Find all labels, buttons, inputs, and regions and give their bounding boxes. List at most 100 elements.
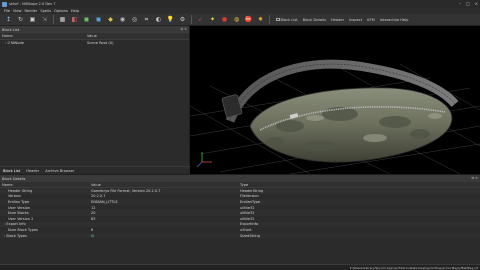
toolbar-separator	[191, 15, 192, 24]
light-bulb-icon[interactable]: 💡	[166, 15, 175, 24]
column-value[interactable]: Value	[87, 34, 97, 38]
field-type: FileVersion	[240, 194, 259, 199]
field-type: HeaderString	[240, 188, 264, 193]
window-title: skfsrf - NifSkope 2.0 Dev 7	[9, 2, 56, 6]
block-list-panel: Block List ⧉ × Name Value ›0 NiNode Scen…	[0, 26, 190, 174]
gear-icon[interactable]: ⚙	[91, 234, 94, 238]
close-icon[interactable]: ×	[475, 1, 478, 6]
window-controls: – □ ×	[459, 1, 478, 6]
toolbar-separator	[53, 15, 54, 24]
field-value[interactable]: 12	[89, 206, 238, 210]
file-path: F:/Steam/Library/Skyrim Special Edition/…	[349, 266, 478, 270]
menu-help[interactable]: Help	[71, 9, 79, 13]
material-icon[interactable]: ◆	[106, 15, 115, 24]
field-type: ulittle32	[240, 211, 255, 216]
checkbox-icon[interactable]	[276, 17, 280, 22]
wireframe-icon[interactable]: ⌗	[142, 15, 151, 24]
table-row[interactable]: Endian Type ENDIAN_LITTLE EndianType	[0, 199, 480, 205]
field-type: uShort	[240, 227, 252, 232]
table-row[interactable]: User Version 2 83 ulittle32	[0, 216, 480, 222]
details-rows: Header String Gamebryo File Format, Vers…	[0, 188, 480, 239]
light-icon[interactable]: ✦	[208, 15, 217, 24]
field-name: Num Block Types	[8, 227, 38, 232]
texture-icon[interactable]: ◼	[94, 15, 103, 24]
toggle-interactive-help[interactable]: Interactive Help	[380, 18, 409, 22]
eye-icon[interactable]: ◎	[130, 15, 139, 24]
field-value[interactable]: ENDIAN_LITTLE	[89, 200, 238, 204]
maximize-icon[interactable]: □	[466, 1, 470, 6]
star-icon[interactable]: ✸	[256, 15, 265, 24]
scene-render	[190, 59, 480, 174]
camera-icon[interactable]: ⚙	[178, 15, 187, 24]
tree-row[interactable]: ›0 NiNode Scene Root (0)	[0, 40, 189, 46]
field-value[interactable]: 6	[89, 228, 238, 232]
block-value: Scene Root (0)	[87, 41, 114, 45]
panel-controls[interactable]: ⧉ ×	[472, 176, 478, 180]
block-list-title-bar: Block List ⧉ ×	[0, 26, 189, 33]
globe-icon[interactable]: ◍	[232, 15, 241, 24]
column-type[interactable]: Type	[238, 183, 478, 187]
app-icon	[2, 1, 7, 7]
toolbar-separator	[269, 15, 270, 24]
table-row[interactable]: Num Block Types 6 uShort	[0, 227, 480, 233]
menu-render[interactable]: Render	[25, 9, 38, 13]
table-row[interactable]: Version 20.2.0.7 FileVersion	[0, 194, 480, 200]
reload-icon[interactable]: ↻	[16, 15, 25, 24]
vertex-color-icon[interactable]: ◉	[118, 15, 127, 24]
column-value[interactable]: Value	[89, 183, 238, 187]
left-dock-tabs: Block List Header Archive Browser	[0, 166, 190, 174]
field-name: User Version	[8, 205, 30, 210]
toolbar: ↥ ↻ ▣ ⇲ ▦ ◧ ◼ ◼ ◆ ◉ ◎ ⌗ ◐ 💡 ⚙ ➶ ✦ ● ◍ ⛔ …	[0, 14, 480, 26]
table-row[interactable]: ›Block Types ⚙ SizedString	[0, 232, 480, 239]
field-name: Export Info	[6, 222, 26, 227]
save-icon[interactable]: ▣	[28, 15, 37, 24]
grid-icon[interactable]: ▦	[58, 15, 67, 24]
block-list-header: Name Value	[0, 33, 189, 40]
field-name: Endian Type	[8, 199, 30, 204]
column-name[interactable]: Name	[0, 183, 89, 187]
toggle-kfm[interactable]: KFM	[367, 18, 375, 22]
table-row[interactable]: ›Export Info ExportInfo	[0, 221, 480, 228]
tab-header[interactable]: Header	[26, 169, 39, 173]
field-value[interactable]: 83	[89, 217, 238, 221]
minimize-icon[interactable]: –	[459, 1, 461, 6]
toggle-block-list[interactable]: Block List	[276, 18, 298, 22]
menu-spells[interactable]: Spells	[40, 9, 51, 13]
tab-block-list[interactable]: Block List	[3, 169, 20, 173]
status-bar: F:/Steam/Library/Skyrim Special Edition/…	[0, 264, 480, 270]
panel-controls[interactable]: ⧉ ×	[181, 27, 187, 31]
field-name: Block Types	[6, 233, 27, 238]
block-details-panel: Block Details ⧉ × Name Value Type Header…	[0, 174, 480, 264]
table-row[interactable]: User Version 12 ulittle32	[0, 205, 480, 211]
menu-options[interactable]: Options	[54, 9, 68, 13]
field-type: EndianType	[240, 199, 261, 204]
title-bar: skfsrf - NifSkope 2.0 Dev 7 – □ ×	[0, 0, 480, 8]
menu-file[interactable]: File	[4, 9, 10, 13]
block-details-title: Block Details	[2, 176, 26, 181]
field-type: SizedString	[240, 233, 260, 238]
field-name: User Version 2	[8, 216, 34, 221]
render-viewport[interactable]	[190, 26, 480, 174]
open-icon[interactable]: ↥	[4, 15, 13, 24]
toggle-header[interactable]: Header	[331, 18, 344, 22]
table-row[interactable]: Header String Gamebryo File Format, Vers…	[0, 188, 480, 194]
column-name[interactable]: Name	[0, 34, 87, 38]
field-value[interactable]: Gamebryo File Format, Version 20.2.0.7	[89, 189, 238, 193]
field-value[interactable]: 20	[89, 211, 238, 215]
toggle-inspect[interactable]: Inspect	[349, 18, 362, 22]
pointer-icon[interactable]: ➶	[196, 15, 205, 24]
table-row[interactable]: Num Blocks 20 ulittle32	[0, 210, 480, 216]
block-details-title-bar: Block Details ⧉ ×	[0, 175, 480, 182]
block-list-title: Block List	[2, 27, 20, 32]
stop-icon[interactable]: ⛔	[244, 15, 253, 24]
box-icon[interactable]: ◧	[70, 15, 79, 24]
tab-archive-browser[interactable]: Archive Browser	[45, 169, 74, 173]
visibility-icon[interactable]: ◐	[154, 15, 163, 24]
toggle-block-details[interactable]: Block Details	[303, 18, 326, 22]
field-value[interactable]: 20.2.0.7	[89, 194, 238, 198]
field-name: Num Blocks	[8, 211, 29, 216]
record-icon[interactable]: ●	[220, 15, 229, 24]
shape-icon[interactable]: ◼	[82, 15, 91, 24]
menu-view[interactable]: View	[13, 9, 22, 13]
import-icon[interactable]: ⇲	[40, 15, 49, 24]
